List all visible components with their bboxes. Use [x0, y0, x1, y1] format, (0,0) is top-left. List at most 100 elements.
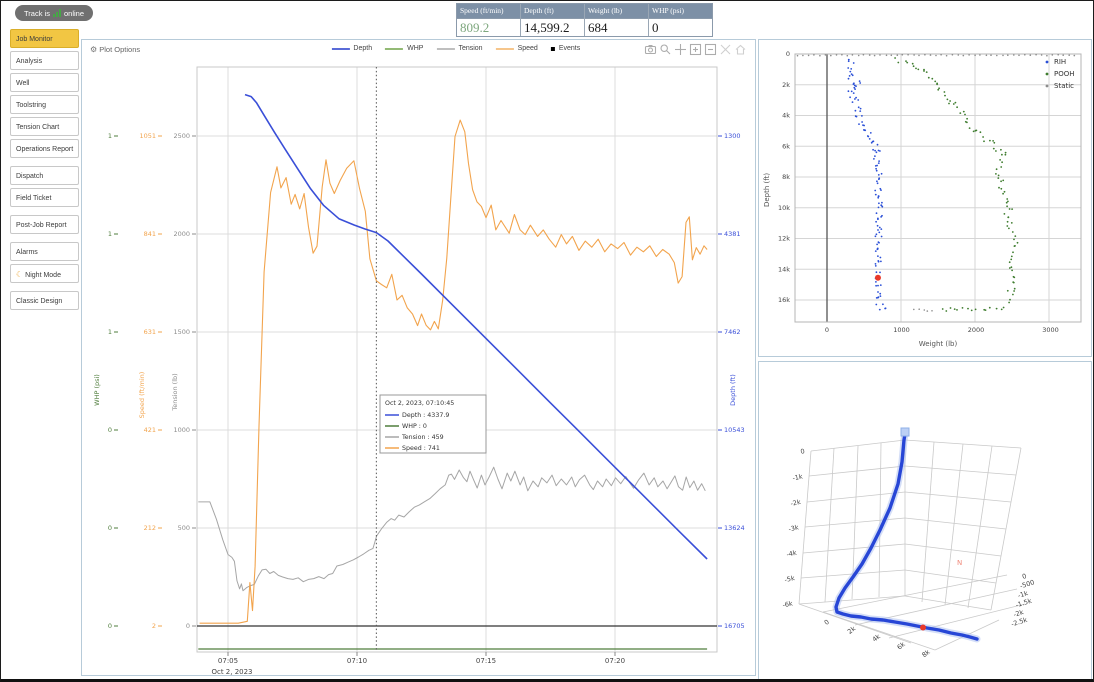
plot-options-button[interactable]: ⚙ Plot Options — [90, 45, 140, 54]
pan-icon[interactable] — [674, 43, 687, 56]
sidebar-item-label: Alarms — [16, 249, 38, 256]
svg-text:4k: 4k — [782, 112, 790, 120]
legend-item-depth[interactable]: Depth — [331, 45, 372, 52]
sidebar-item-post-job-report[interactable]: Post-Job Report — [10, 215, 79, 234]
trajectory-3d-panel: 0-1k-2k-3k-4k-5k-6k02k4k6k8k0-500-1k-1.5… — [758, 361, 1092, 681]
trajectory-3d-chart: 0-1k-2k-3k-4k-5k-6k02k4k6k8k0-500-1k-1.5… — [759, 362, 1091, 680]
svg-text:2000: 2000 — [173, 230, 190, 238]
legend-dot-icon — [1046, 61, 1049, 64]
time-series-chart: 1105125001300184120004381163115007462042… — [82, 40, 755, 675]
svg-text:1: 1 — [108, 132, 112, 140]
legend-label: Speed — [518, 45, 538, 52]
sidebar-item-label: Tension Chart — [16, 124, 59, 131]
stats-value: 809.2 — [457, 19, 520, 36]
stats-header: Depth (ft) — [521, 4, 584, 19]
stats-header: WHP (psi) — [649, 4, 712, 19]
legend-label: Tension — [458, 45, 482, 52]
sidebar-item-night-mode[interactable]: ☾Night Mode — [10, 264, 79, 283]
svg-text:-3k: -3k — [788, 523, 800, 533]
svg-text:1500: 1500 — [173, 328, 190, 336]
sidebar-group: Post-Job Report — [10, 215, 79, 234]
legend-line-swatch — [436, 48, 454, 50]
zoom-icon[interactable] — [659, 43, 672, 56]
sidebar-item-analysis[interactable]: Analysis — [10, 51, 79, 70]
autoscale-icon[interactable] — [719, 43, 732, 56]
sidebar-item-well[interactable]: Well — [10, 73, 79, 92]
svg-text:Depth (ft): Depth (ft) — [763, 173, 771, 207]
sidebar-item-operations-report[interactable]: Operations Report — [10, 139, 79, 158]
stats-table: Speed (ft/min)809.2Depth (ft)14,599.2Wei… — [456, 3, 713, 37]
sidebar-item-tension-chart[interactable]: Tension Chart — [10, 117, 79, 136]
scatter-series-static-bottom — [913, 308, 933, 312]
main-chart-panel: ⚙ Plot Options Depth WHP Tension Speed Event… — [81, 39, 756, 676]
svg-text:1300: 1300 — [724, 132, 741, 140]
plot-options-label: Plot Options — [99, 45, 140, 54]
stats-header: Weight (lb) — [585, 4, 648, 19]
svg-text:1051: 1051 — [139, 132, 156, 140]
legend-dot-icon — [1046, 85, 1049, 88]
scatter-series-rih — [847, 59, 886, 311]
moon-icon: ☾ — [16, 270, 23, 279]
svg-text:0: 0 — [108, 426, 112, 434]
stats-value: 14,599.2 — [521, 19, 584, 36]
svg-text:10k: 10k — [778, 204, 790, 212]
svg-text:8k: 8k — [782, 173, 790, 181]
svg-text:16k: 16k — [778, 296, 790, 304]
svg-text:07:10: 07:10 — [347, 657, 367, 665]
sidebar-item-label: Dispatch — [16, 173, 43, 180]
svg-text:0: 0 — [823, 618, 831, 627]
legend-item-whp[interactable]: WHP — [385, 45, 423, 52]
zoom-in-icon[interactable] — [689, 43, 702, 56]
svg-text:Static: Static — [1054, 82, 1074, 90]
legend-label: Depth — [353, 45, 372, 52]
svg-text:12k: 12k — [778, 235, 790, 243]
stats-column: Depth (ft)14,599.2 — [521, 4, 585, 36]
sidebar-item-label: Job Monitor — [16, 36, 53, 43]
svg-text:Tension (lb): Tension (lb) — [171, 373, 179, 411]
svg-text:6k: 6k — [782, 142, 790, 150]
sidebar-group: Classic Design — [10, 291, 79, 310]
sidebar-item-toolstring[interactable]: Toolstring — [10, 95, 79, 114]
sidebar-item-job-monitor[interactable]: Job Monitor — [10, 29, 79, 48]
svg-text:2k: 2k — [846, 624, 857, 635]
stats-column: Speed (ft/min)809.2 — [457, 4, 521, 36]
track-status-button[interactable]: Track is online — [15, 5, 93, 21]
weight-depth-chart: 02k4k6k8k10k12k14k16k0100020003000Weight… — [759, 40, 1091, 356]
home-icon[interactable] — [734, 43, 747, 56]
stats-header: Speed (ft/min) — [457, 4, 520, 19]
legend-label: WHP — [407, 45, 423, 52]
camera-icon[interactable] — [644, 43, 657, 56]
sidebar-item-classic-design[interactable]: Classic Design — [10, 291, 79, 310]
current-position-marker-3d — [920, 625, 926, 631]
legend-dot-icon — [1046, 73, 1049, 76]
svg-text:-1k: -1k — [792, 472, 804, 482]
legend-item-tension[interactable]: Tension — [436, 45, 482, 52]
svg-text:2500: 2500 — [173, 132, 190, 140]
svg-text:8k: 8k — [920, 648, 931, 659]
svg-text:-5k: -5k — [784, 574, 796, 584]
depth-series — [245, 95, 707, 559]
legend-item-events[interactable]: Events — [551, 45, 580, 52]
svg-text:Tension : 459: Tension : 459 — [401, 434, 444, 441]
start-marker — [901, 428, 909, 436]
speed-series — [200, 120, 707, 623]
svg-text:0: 0 — [186, 622, 190, 630]
sidebar-item-label: Toolstring — [16, 102, 46, 109]
svg-text:13624: 13624 — [724, 524, 745, 532]
sidebar-item-field-ticket[interactable]: Field Ticket — [10, 188, 79, 207]
sidebar-item-dispatch[interactable]: Dispatch — [10, 166, 79, 185]
sidebar-item-alarms[interactable]: Alarms — [10, 242, 79, 261]
signal-bars-icon — [53, 9, 61, 17]
grid-3d — [799, 440, 1025, 650]
zoom-out-icon[interactable] — [704, 43, 717, 56]
svg-text:0: 0 — [800, 447, 806, 456]
svg-text:-4k: -4k — [786, 549, 798, 559]
svg-text:212: 212 — [144, 524, 156, 532]
svg-text:WHP : 0: WHP : 0 — [402, 423, 427, 430]
svg-text:07:05: 07:05 — [218, 657, 238, 665]
legend-item-speed[interactable]: Speed — [496, 45, 538, 52]
svg-text:Oct 2, 2023: Oct 2, 2023 — [211, 668, 252, 675]
svg-text:14k: 14k — [778, 265, 790, 273]
svg-text:841: 841 — [144, 230, 156, 238]
svg-text:6k: 6k — [896, 640, 907, 651]
